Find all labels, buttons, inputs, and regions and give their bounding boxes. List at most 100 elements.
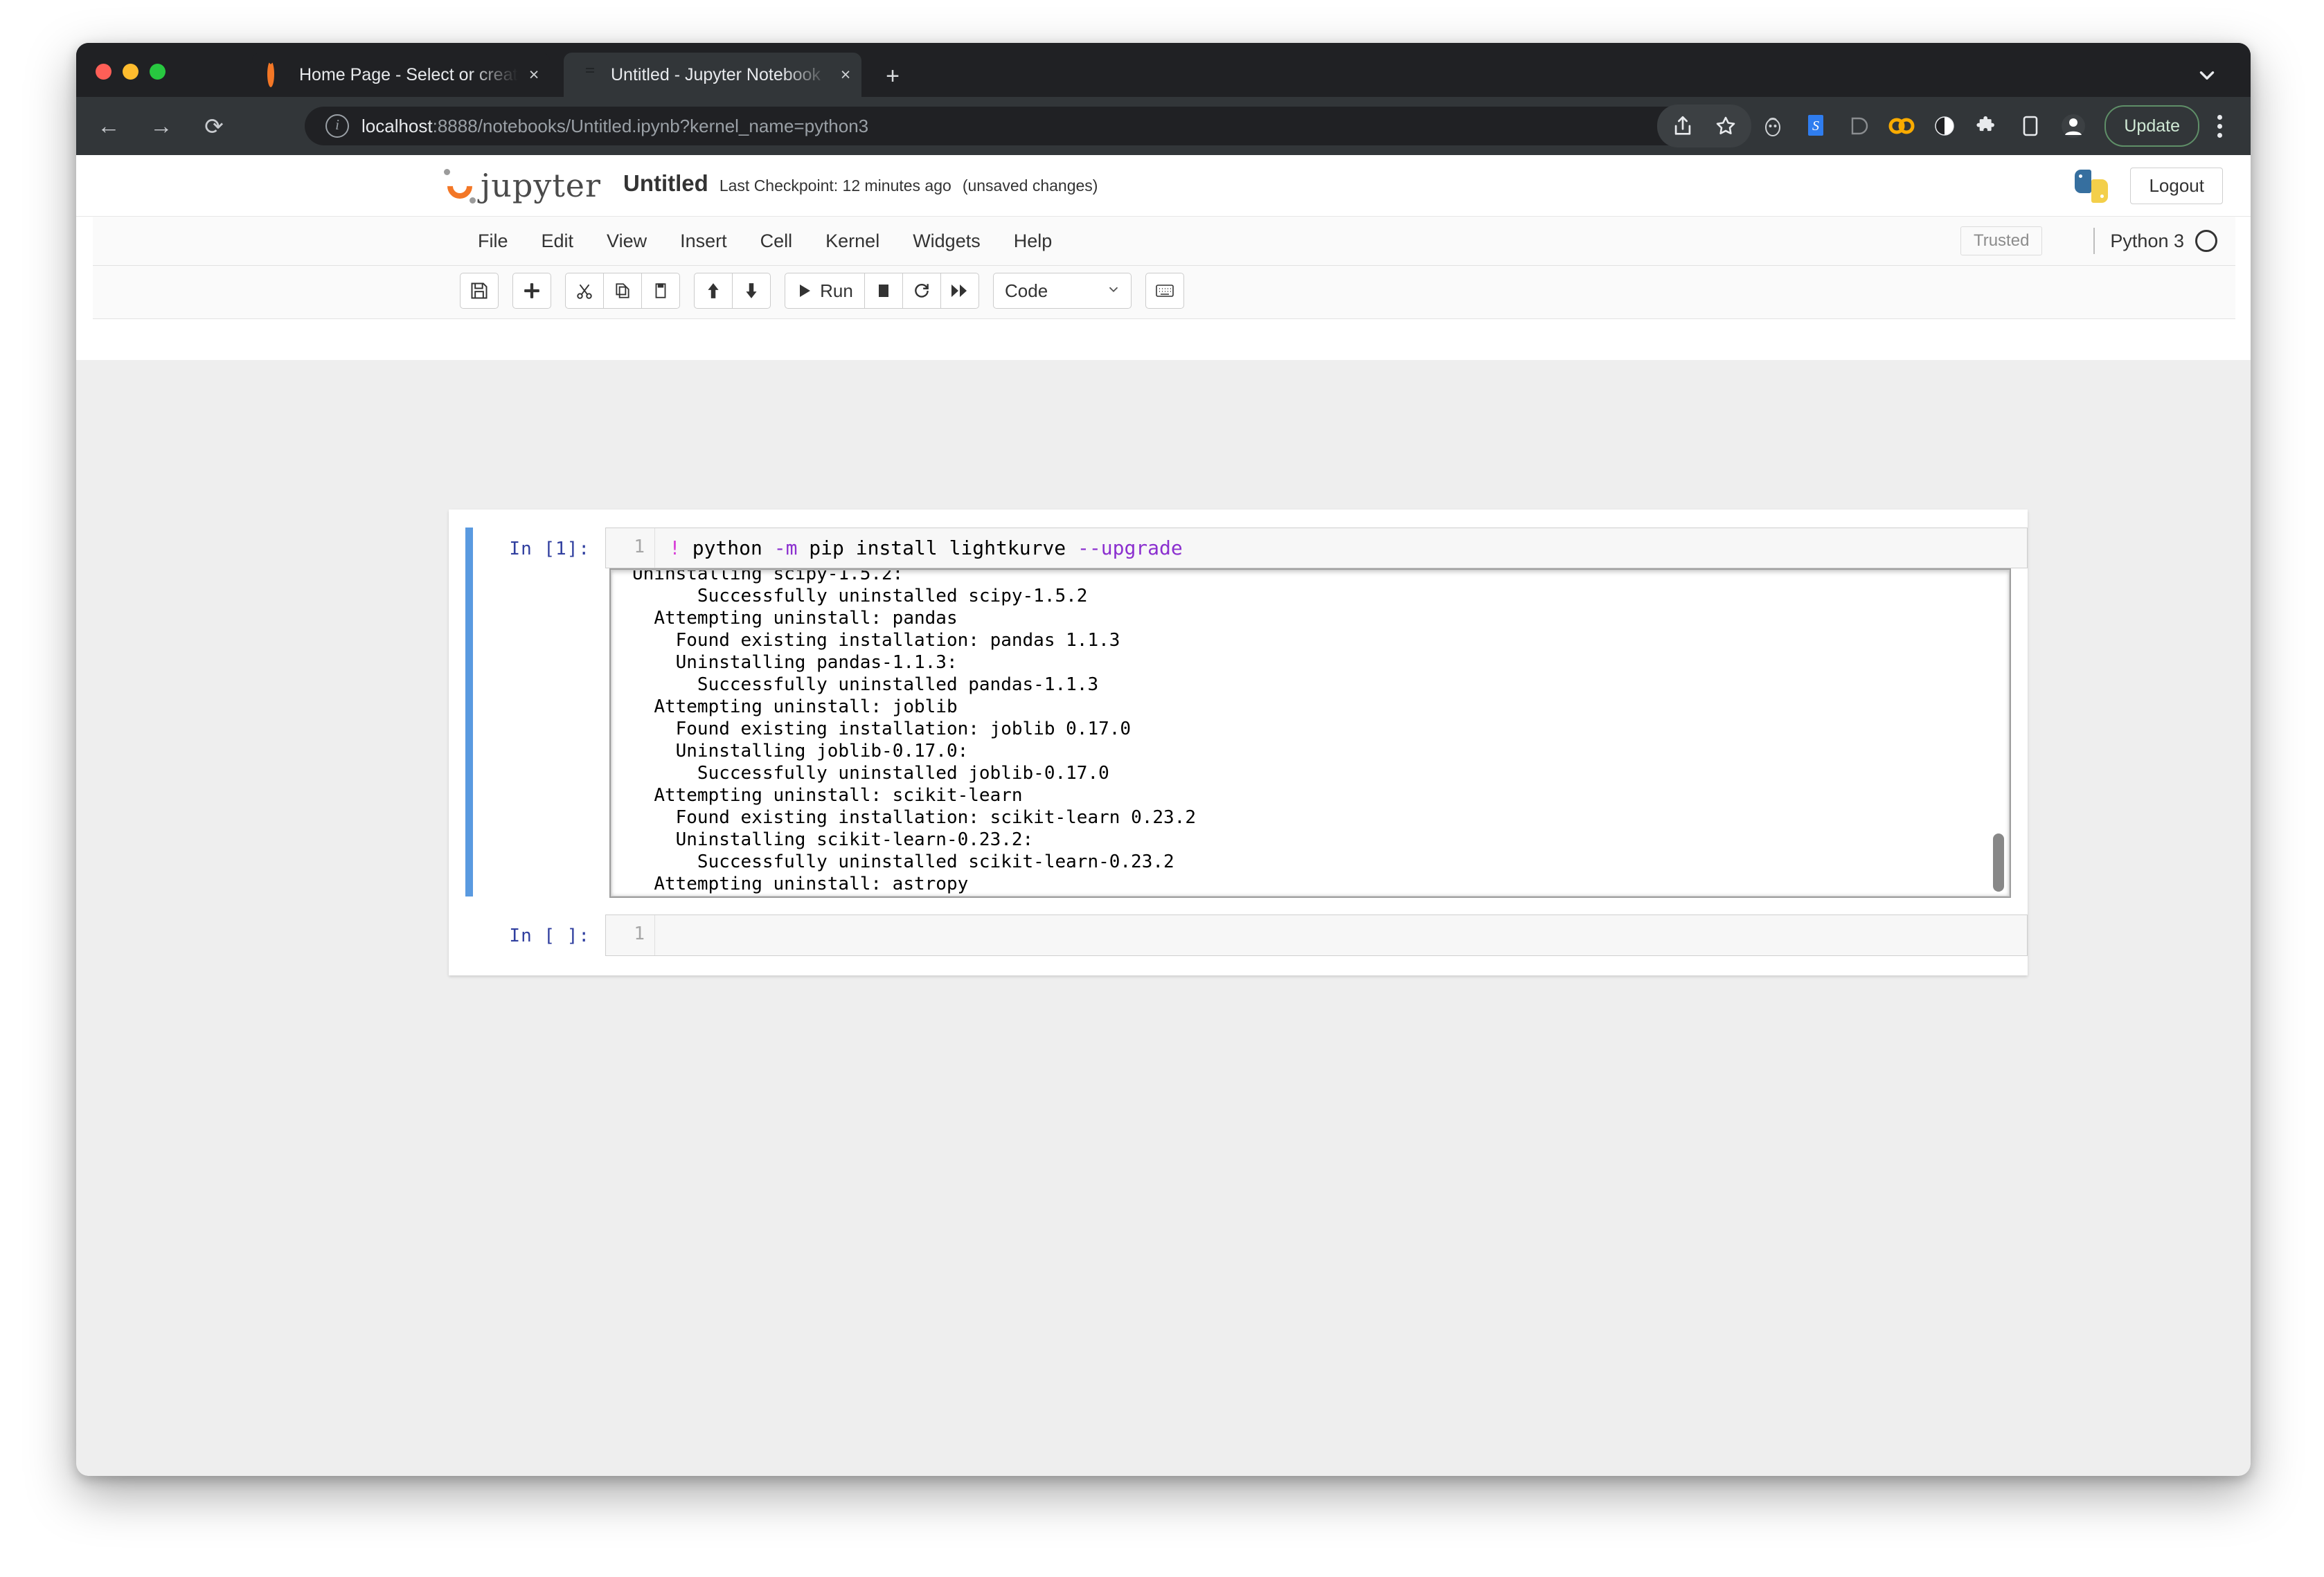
menu-help[interactable]: Help xyxy=(997,231,1069,252)
run-button[interactable]: Run xyxy=(785,273,865,309)
kebab-menu-icon[interactable] xyxy=(2204,105,2235,147)
notebook-container: In [1]: 1 ! python -m pip install lightk… xyxy=(449,510,2028,975)
browser-action-icons: S Update xyxy=(1657,104,2235,148)
jupyter-sun-icon xyxy=(442,166,478,205)
restart-kernel-icon[interactable] xyxy=(902,273,941,309)
chevron-down-icon xyxy=(1106,280,1121,302)
url-host: localhost xyxy=(361,115,433,136)
cell-prompt: In [ ]: xyxy=(509,926,590,946)
move-down-icon[interactable] xyxy=(732,273,771,309)
svg-text:S: S xyxy=(1812,118,1819,134)
notebook-cell[interactable]: In [1]: 1 ! python -m pip install lightk… xyxy=(449,528,2028,898)
kernel-idle-icon[interactable] xyxy=(2195,230,2217,252)
url-text: localhost:8888/notebooks/Untitled.ipynb?… xyxy=(361,116,868,137)
notebook-title-group: Untitled Last Checkpoint: 12 minutes ago… xyxy=(623,170,1098,197)
close-icon[interactable]: × xyxy=(830,65,861,85)
jupyter-logo[interactable]: jupyter xyxy=(442,166,602,205)
cell-type-value: Code xyxy=(1005,280,1048,301)
close-icon[interactable]: × xyxy=(518,65,550,85)
logout-button[interactable]: Logout xyxy=(2130,168,2223,204)
forward-icon[interactable]: → xyxy=(141,106,181,146)
notebook-body: In [1]: 1 ! python -m pip install lightk… xyxy=(76,360,2251,1476)
share-icon[interactable] xyxy=(1661,105,1704,147)
code-token-bang: ! xyxy=(669,537,681,559)
notebook-cell[interactable]: In [ ]: 1 xyxy=(449,914,2028,956)
restart-run-all-icon[interactable] xyxy=(940,273,979,309)
window-minimize-button[interactable] xyxy=(123,64,138,80)
dark-reader-icon[interactable] xyxy=(1837,105,1880,147)
code-editor[interactable]: 1 ! python -m pip install lightkurve --u… xyxy=(605,528,2028,568)
copy-icon[interactable] xyxy=(603,273,642,309)
badger-extension-icon[interactable] xyxy=(1751,105,1794,147)
paste-icon[interactable] xyxy=(641,273,680,309)
window-close-button[interactable] xyxy=(96,64,111,80)
new-tab-button[interactable]: + xyxy=(878,62,907,91)
cell-output-text: Uninstalling scipy-1.5.2: Successfully u… xyxy=(632,570,1196,894)
browser-tab-home-page[interactable]: Home Page - Select or create a × xyxy=(252,53,550,97)
window-maximize-button[interactable] xyxy=(150,64,166,80)
cell-spacer xyxy=(449,896,2028,914)
cut-icon[interactable] xyxy=(565,273,604,309)
code-token-mid: pip install lightkurve xyxy=(797,537,1078,559)
trusted-badge[interactable]: Trusted xyxy=(1960,226,2043,255)
window-traffic-lights xyxy=(96,64,166,80)
menubar-right: Trusted Python 3 xyxy=(1960,217,2217,265)
bookmark-star-icon[interactable] xyxy=(1704,105,1747,147)
share-bookmark-group xyxy=(1657,105,1752,147)
menu-items: File Edit View Insert Cell Kernel Widget… xyxy=(461,217,1069,265)
menu-kernel[interactable]: Kernel xyxy=(809,231,896,252)
save-status-text: (unsaved changes) xyxy=(962,177,1098,195)
toolbar-groups: Run Code xyxy=(460,273,1184,309)
notebook-name[interactable]: Untitled xyxy=(623,170,708,197)
profile-avatar-icon[interactable] xyxy=(2052,105,2095,147)
jupyter-wordmark: jupyter xyxy=(481,167,602,204)
contrast-toggle-icon[interactable] xyxy=(1923,105,1966,147)
python-logo-icon xyxy=(2075,169,2109,203)
add-cell-icon[interactable] xyxy=(512,273,551,309)
kernel-name-label: Python 3 xyxy=(2110,230,2184,251)
code-text[interactable] xyxy=(655,915,2027,955)
address-bar[interactable]: i localhost:8888/notebooks/Untitled.ipyn… xyxy=(305,107,1717,145)
jupyter-notebook-icon xyxy=(579,64,600,85)
back-icon[interactable]: ← xyxy=(89,106,129,146)
menu-insert[interactable]: Insert xyxy=(663,231,744,252)
toolbar-group-cell-type: Code xyxy=(993,273,1132,309)
code-token-flag-m: -m xyxy=(774,537,798,559)
chevron-down-icon[interactable] xyxy=(2195,64,2219,87)
code-editor[interactable]: 1 xyxy=(605,914,2028,956)
jupyter-sun-icon xyxy=(267,61,288,87)
colab-icon[interactable] xyxy=(1880,105,1923,147)
toolbar-group-save xyxy=(460,273,499,309)
save-icon[interactable] xyxy=(460,273,499,309)
browser-tab-untitled-notebook[interactable]: Untitled - Jupyter Notebook × xyxy=(564,53,861,97)
divider xyxy=(2093,228,2095,254)
output-scrollbar-thumb[interactable] xyxy=(1993,833,2004,892)
menu-view[interactable]: View xyxy=(590,231,663,252)
code-text[interactable]: ! python -m pip install lightkurve --upg… xyxy=(655,528,2027,568)
line-number: 1 xyxy=(606,915,655,955)
site-info-icon[interactable]: i xyxy=(325,114,349,138)
jupyter-header-right: Logout xyxy=(2075,168,2223,204)
sidepanel-icon[interactable] xyxy=(2009,105,2052,147)
sticky-extension-icon[interactable]: S xyxy=(1794,105,1837,147)
jupyter-menubar: File Edit View Insert Cell Kernel Widget… xyxy=(93,217,2235,266)
toolbar-group-palette xyxy=(1145,273,1184,309)
reload-icon[interactable]: ⟳ xyxy=(194,106,234,146)
cell-prompt: In [1]: xyxy=(509,539,590,559)
menu-file[interactable]: File xyxy=(461,231,525,252)
menu-widgets[interactable]: Widgets xyxy=(896,231,997,252)
update-button[interactable]: Update xyxy=(2104,105,2199,147)
extensions-puzzle-icon[interactable] xyxy=(1966,105,2009,147)
line-number: 1 xyxy=(606,528,655,568)
toolbar-group-move xyxy=(694,273,771,309)
menu-edit[interactable]: Edit xyxy=(525,231,591,252)
cell-output-scroll-area[interactable]: Uninstalling scipy-1.5.2: Successfully u… xyxy=(611,570,2010,896)
browser-tab-title: Untitled - Jupyter Notebook xyxy=(611,64,821,84)
toolbar-group-add xyxy=(512,273,551,309)
cell-type-select[interactable]: Code xyxy=(993,273,1132,309)
keyboard-icon[interactable] xyxy=(1145,273,1184,309)
cell-output-wrapper: Uninstalling scipy-1.5.2: Successfully u… xyxy=(609,568,2011,898)
move-up-icon[interactable] xyxy=(694,273,733,309)
stop-icon[interactable] xyxy=(864,273,903,309)
menu-cell[interactable]: Cell xyxy=(744,231,810,252)
